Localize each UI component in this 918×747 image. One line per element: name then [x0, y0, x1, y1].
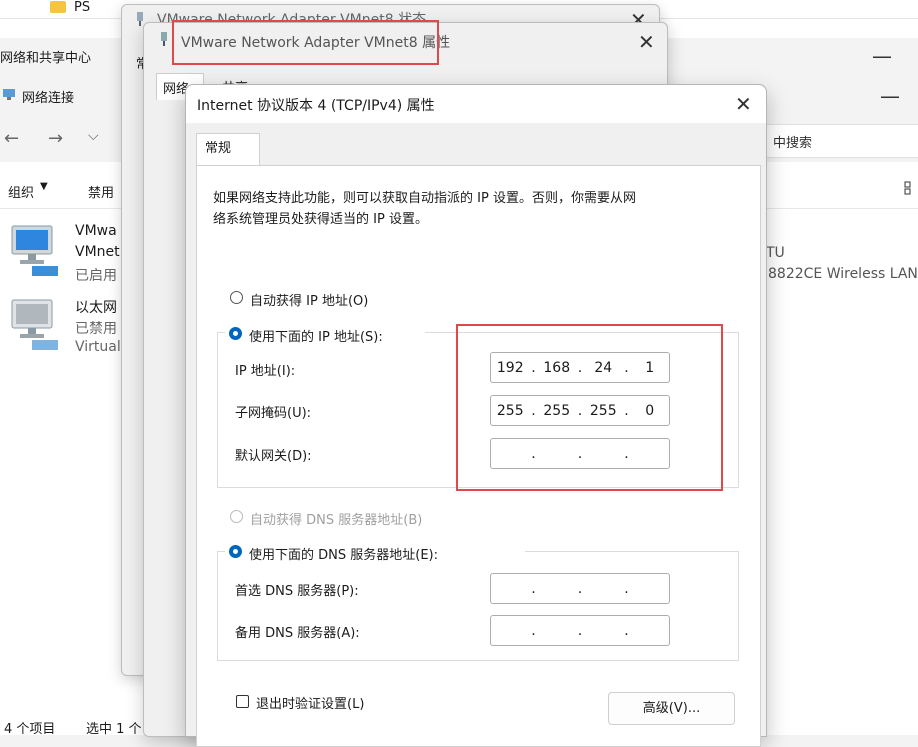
preferred-dns-field[interactable]: . . .	[490, 573, 670, 604]
description-text: 如果网络支持此功能，则可以获取自动指派的 IP 设置。否则，你需要从网 络系统管…	[213, 191, 636, 227]
search-box[interactable]: 中搜索	[745, 124, 918, 158]
radio-disabled[interactable]	[230, 510, 243, 523]
close-icon[interactable]: ✕	[735, 94, 752, 114]
subnet-mask-label: 子网掩码(U):	[235, 406, 312, 421]
dialog-title: Internet 协议版本 4 (TCP/IPv4) 属性	[197, 98, 435, 114]
adapter-status: 已启用	[75, 268, 117, 284]
checkbox[interactable]	[236, 695, 249, 708]
item-count: 4 个项目	[4, 722, 56, 737]
network-connections-title: 网络连接	[22, 91, 75, 106]
organize-menu[interactable]: 组织	[8, 182, 34, 201]
manual-ip-radio[interactable]: 使用下面的 IP 地址(S):	[225, 324, 425, 346]
network-adapter-icon	[8, 222, 58, 276]
alternate-dns-label: 备用 DNS 服务器(A):	[235, 626, 360, 641]
adapter-name: 以太网	[75, 300, 117, 316]
preferred-dns-label: 首选 DNS 服务器(P):	[235, 584, 359, 599]
adapter-name-line2: VMnet	[75, 244, 120, 260]
view-options-icon[interactable]	[904, 180, 916, 196]
back-arrow-icon[interactable]: ←	[4, 128, 19, 149]
radio-selected[interactable]	[229, 327, 242, 340]
close-icon[interactable]: ✕	[638, 32, 655, 52]
adapter-icon	[158, 31, 170, 47]
adapter-status: 已禁用	[75, 321, 117, 337]
radio-unselected[interactable]	[230, 291, 243, 304]
alternate-dns-field[interactable]: . . .	[490, 615, 670, 646]
chevron-down-icon[interactable]: ⌵	[88, 128, 99, 144]
adapter-item-vmware[interactable]: VMwa VMnet 已启用	[8, 220, 128, 290]
adapter-item-ethernet[interactable]: 以太网 已禁用 Virtual	[8, 294, 128, 364]
highlight-box	[172, 20, 439, 65]
network-share-title: 网络和共享中心	[0, 51, 92, 66]
selected-count: 选中 1 个	[86, 722, 142, 737]
ip-address-label: IP 地址(I):	[235, 364, 296, 379]
network-adapter-icon	[8, 296, 58, 350]
adapter-description: Virtual	[75, 339, 121, 355]
minimize-icon[interactable]: —	[880, 86, 900, 106]
radio-selected[interactable]	[229, 545, 242, 558]
forward-arrow-icon[interactable]: →	[48, 128, 63, 149]
folder-name[interactable]: PS	[74, 0, 90, 15]
tab-general[interactable]: 常规	[196, 133, 260, 166]
manual-dns-radio[interactable]: 使用下面的 DNS 服务器地址(E):	[225, 542, 525, 564]
default-gateway-label: 默认网关(D):	[235, 449, 312, 464]
highlight-box	[456, 324, 723, 491]
network-icon	[2, 87, 16, 101]
adapter-detail-fragment: 8822CE Wireless LAN	[768, 266, 918, 282]
adapter-detail-fragment: TU	[766, 245, 785, 261]
adapter-name: VMwa	[75, 223, 117, 239]
advanced-button[interactable]: 高级(V)...	[608, 692, 735, 725]
search-placeholder: 中搜索	[773, 136, 813, 151]
minimize-icon[interactable]: —	[872, 46, 892, 66]
chevron-down-icon: ▼	[40, 181, 48, 192]
disable-button[interactable]: 禁用	[88, 182, 114, 201]
dialog-titlebar: Internet 协议版本 4 (TCP/IPv4) 属性 ✕	[186, 85, 766, 123]
folder-icon	[50, 1, 66, 13]
